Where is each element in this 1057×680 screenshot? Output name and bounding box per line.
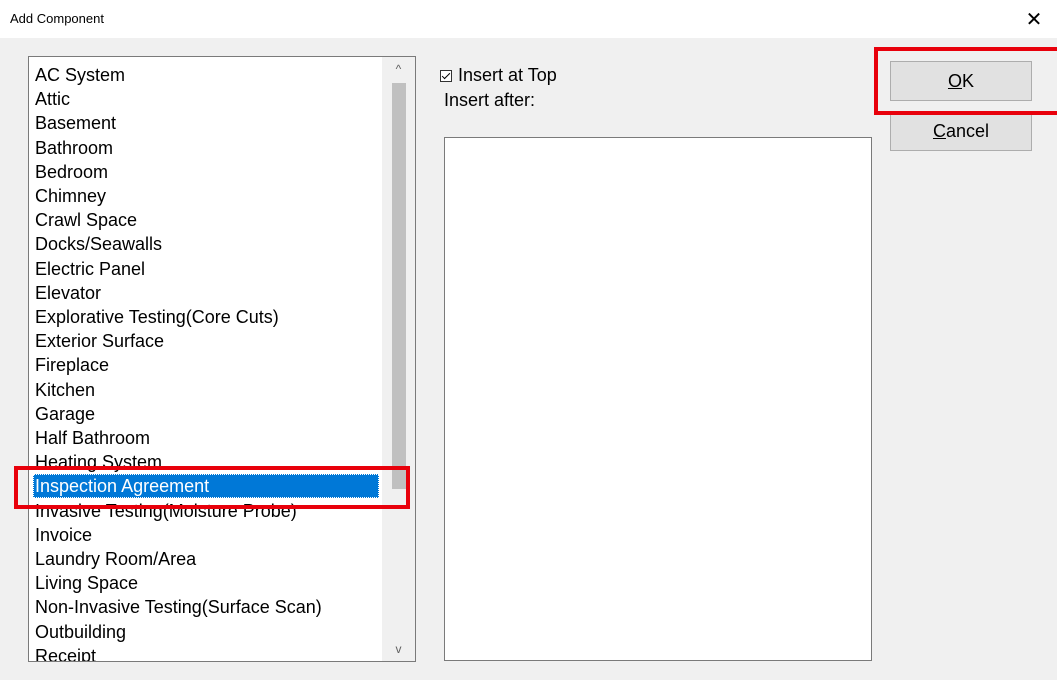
list-item[interactable]: Fireplace: [33, 353, 379, 377]
list-item[interactable]: Electric Panel: [33, 257, 379, 281]
list-item[interactable]: Basement: [33, 111, 379, 135]
list-item[interactable]: Bedroom: [33, 160, 379, 184]
list-item[interactable]: Exterior Surface: [33, 329, 379, 353]
list-item[interactable]: Elevator: [33, 281, 379, 305]
component-listbox[interactable]: AC System Attic Basement Bathroom Bedroom Chi…: [28, 56, 416, 662]
scroll-up-button[interactable]: ^: [382, 59, 415, 79]
add-component-dialog: Add Component ✕ AC System Attic Basement Ba…: [0, 0, 1057, 680]
cancel-button[interactable]: Cancel: [890, 112, 1032, 151]
list-item[interactable]: Kitchen: [33, 378, 379, 402]
list-item[interactable]: Heating System: [33, 450, 379, 474]
checkbox-checked-icon[interactable]: [440, 69, 452, 82]
chevron-up-icon: ^: [395, 62, 402, 76]
list-item[interactable]: Laundry Room/Area: [33, 547, 379, 571]
insert-after-listbox[interactable]: [444, 137, 872, 661]
list-item[interactable]: Non-Invasive Testing(Surface Scan): [33, 595, 379, 619]
list-item[interactable]: Chimney: [33, 184, 379, 208]
list-item[interactable]: Inspection Agreement: [33, 474, 379, 499]
close-button[interactable]: ✕: [1011, 0, 1057, 38]
list-item[interactable]: Garage: [33, 402, 379, 426]
component-list-items: AC System Attic Basement Bathroom Bedroom Chi…: [29, 57, 383, 661]
list-item[interactable]: Invoice: [33, 523, 379, 547]
list-item[interactable]: Explorative Testing(Core Cuts): [33, 305, 379, 329]
close-icon: ✕: [1025, 8, 1043, 31]
ok-button[interactable]: OK: [890, 61, 1032, 101]
list-item[interactable]: Bathroom: [33, 136, 379, 160]
title-bar: Add Component ✕: [0, 0, 1057, 38]
chevron-down-icon: v: [395, 642, 402, 656]
ok-button-label: OK: [947, 70, 975, 91]
list-item[interactable]: Half Bathroom: [33, 426, 379, 450]
list-item[interactable]: Living Space: [33, 571, 379, 595]
list-item[interactable]: Receipt: [33, 644, 379, 661]
insert-at-top-checkbox[interactable]: Insert at Top: [440, 64, 557, 86]
insert-at-top-label: Insert at Top: [458, 64, 557, 85]
list-item[interactable]: Invasive Testing(Moisture Probe): [33, 499, 379, 523]
list-item[interactable]: Crawl Space: [33, 208, 379, 232]
list-scrollbar[interactable]: ^ v: [382, 57, 415, 661]
scroll-thumb[interactable]: [392, 83, 406, 489]
list-item[interactable]: AC System: [33, 63, 379, 87]
scroll-track[interactable]: [382, 81, 415, 637]
list-item[interactable]: Outbuilding: [33, 620, 379, 644]
list-item[interactable]: Docks/Seawalls: [33, 232, 379, 256]
list-item[interactable]: Attic: [33, 87, 379, 111]
scroll-down-button[interactable]: v: [382, 639, 415, 659]
insert-after-label: Insert after:: [444, 90, 536, 110]
cancel-button-label: Cancel: [932, 121, 990, 141]
dialog-title: Add Component: [10, 11, 104, 26]
